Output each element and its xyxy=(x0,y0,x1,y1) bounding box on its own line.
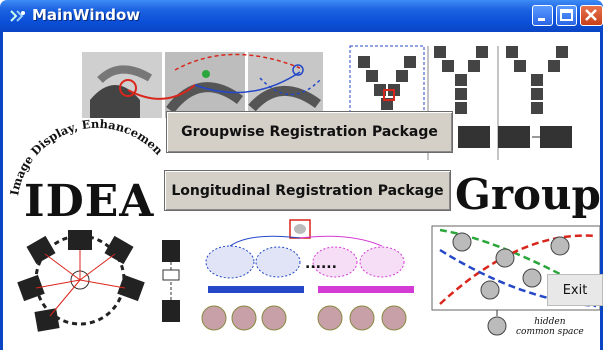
main-window: MainWindow Image Display, Enhancemen ...… xyxy=(0,0,603,350)
maximize-icon xyxy=(560,9,573,21)
title-bar[interactable]: MainWindow xyxy=(0,0,603,32)
groupwise-registration-button[interactable]: Groupwise Registration Package xyxy=(166,111,453,153)
idea-logo-text: IDEA xyxy=(24,176,155,227)
hidden-space-label: hidden common space xyxy=(516,317,584,337)
close-button[interactable] xyxy=(580,5,603,26)
minimize-icon xyxy=(538,18,545,21)
banner-word: Group xyxy=(455,170,601,219)
minimize-button[interactable] xyxy=(532,5,553,26)
exit-label: Exit xyxy=(562,282,588,298)
app-icon xyxy=(10,10,25,22)
close-icon xyxy=(585,9,597,21)
exit-button[interactable]: Exit xyxy=(547,274,603,306)
groupwise-registration-label: Groupwise Registration Package xyxy=(181,124,438,140)
brain-registration-figure xyxy=(82,52,323,118)
svg-text:......: ...... xyxy=(305,256,337,272)
fiber-bundle-figure: ...... xyxy=(201,219,414,331)
longitudinal-registration-label: Longitudinal Registration Package xyxy=(171,182,444,199)
window-title: MainWindow xyxy=(32,6,141,24)
subjects-circle-figure xyxy=(17,230,180,332)
client-area: Image Display, Enhancement, and Analysis xyxy=(0,32,603,350)
longitudinal-registration-button[interactable]: Longitudinal Registration Package xyxy=(164,170,451,211)
maximize-button[interactable] xyxy=(556,5,577,26)
